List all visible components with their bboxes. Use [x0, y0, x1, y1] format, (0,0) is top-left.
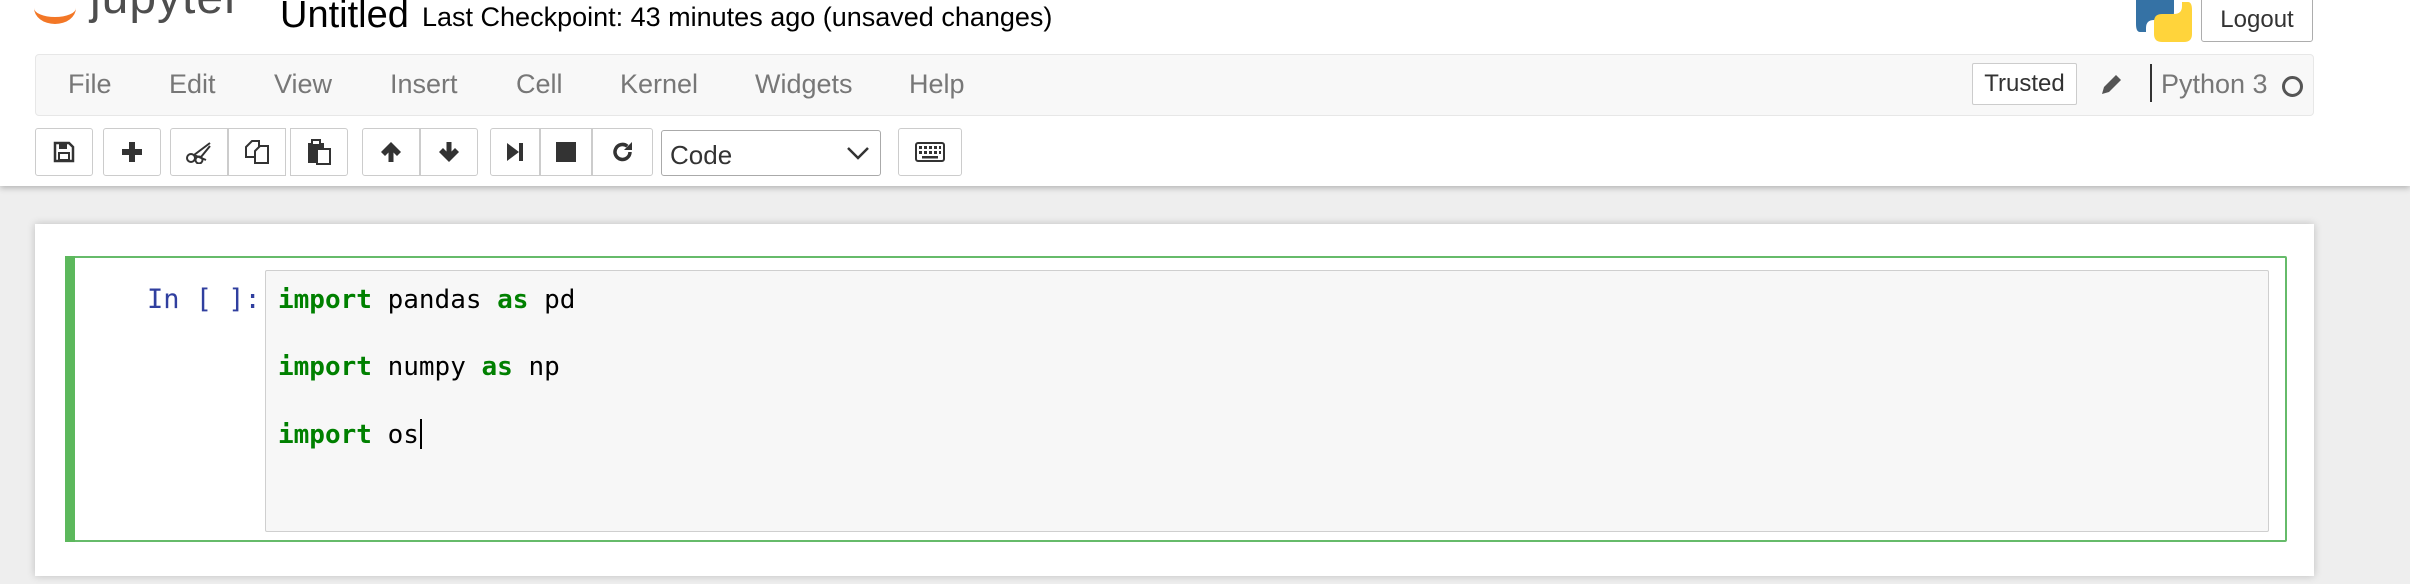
jupyter-logo[interactable]: jupyter — [30, 0, 260, 38]
step-forward-icon — [507, 143, 523, 161]
code-keyword: import — [278, 285, 372, 315]
cut-icon — [186, 142, 211, 164]
jupyter-logo-text: jupyter — [90, 0, 241, 25]
code-text: pd — [528, 285, 576, 315]
pencil-icon[interactable] — [2099, 71, 2125, 97]
copy-icon — [245, 140, 269, 164]
chevron-down-icon — [847, 147, 869, 160]
text-cursor — [419, 419, 422, 449]
jupyter-logo-icon — [34, 8, 76, 24]
notebook-container: In [ ]: import pandas as pd import numpy… — [35, 224, 2314, 576]
code-text: pandas — [371, 285, 498, 315]
refresh-icon — [612, 142, 632, 162]
move-up-button[interactable] — [362, 128, 420, 176]
paste-icon — [308, 139, 331, 165]
menu-help[interactable]: Help — [909, 69, 965, 100]
kernel-divider — [2150, 64, 2152, 102]
run-button[interactable] — [490, 128, 540, 176]
menu-edit[interactable]: Edit — [169, 69, 216, 100]
restart-button[interactable] — [592, 128, 653, 176]
move-down-button[interactable] — [420, 128, 478, 176]
cell-type-select[interactable]: Code — [661, 130, 881, 176]
code-keyword: as — [481, 352, 513, 382]
menu-kernel[interactable]: Kernel — [620, 69, 698, 100]
command-palette-button[interactable] — [898, 128, 962, 176]
kernel-idle-icon — [2282, 76, 2303, 97]
insert-cell-button[interactable] — [103, 128, 161, 176]
logout-button[interactable]: Logout — [2201, 0, 2313, 42]
code-cell[interactable]: In [ ]: import pandas as pd import numpy… — [65, 256, 2287, 542]
arrow-up-icon — [381, 142, 401, 162]
code-keyword: as — [497, 285, 529, 315]
copy-button[interactable] — [228, 128, 286, 176]
cell-type-value: Code — [670, 140, 733, 170]
paste-button[interactable] — [290, 128, 348, 176]
checkpoint-status: Last Checkpoint: 43 minutes ago (unsaved… — [422, 2, 1053, 32]
notebook-title[interactable]: Untitled — [280, 0, 409, 37]
arrow-down-icon — [439, 142, 459, 162]
header: jupyter Untitled Last Checkpoint: 43 min… — [0, 0, 2410, 186]
menu-file[interactable]: File — [68, 69, 112, 100]
python-logo-icon — [2136, 0, 2192, 42]
selected-cell-bar — [65, 256, 75, 542]
menu-cell[interactable]: Cell — [516, 69, 563, 100]
code-text: np — [512, 352, 560, 382]
code-text: numpy — [371, 352, 482, 382]
keyboard-icon — [915, 142, 945, 162]
code-line: import os — [278, 419, 422, 450]
code-line: import pandas as pd — [278, 285, 575, 315]
code-text: os — [371, 420, 419, 450]
input-prompt: In [ ]: — [147, 284, 261, 315]
menu-view[interactable]: View — [274, 69, 332, 100]
save-icon — [53, 141, 75, 163]
code-keyword: import — [278, 352, 372, 382]
menu-insert[interactable]: Insert — [390, 69, 458, 100]
plus-icon — [122, 142, 142, 162]
save-button[interactable] — [35, 128, 93, 176]
trusted-indicator[interactable]: Trusted — [1972, 63, 2077, 105]
interrupt-button[interactable] — [540, 128, 592, 176]
cut-button[interactable] — [170, 128, 228, 176]
code-line: import numpy as np — [278, 352, 560, 382]
stop-icon — [556, 142, 576, 162]
code-keyword: import — [278, 420, 372, 450]
kernel-name[interactable]: Python 3 — [2161, 69, 2268, 100]
menu-widgets[interactable]: Widgets — [755, 69, 853, 100]
jupyter-notebook-page: jupyter Untitled Last Checkpoint: 43 min… — [0, 0, 2410, 584]
code-editor[interactable]: import pandas as pd import numpy as np i… — [265, 270, 2269, 532]
